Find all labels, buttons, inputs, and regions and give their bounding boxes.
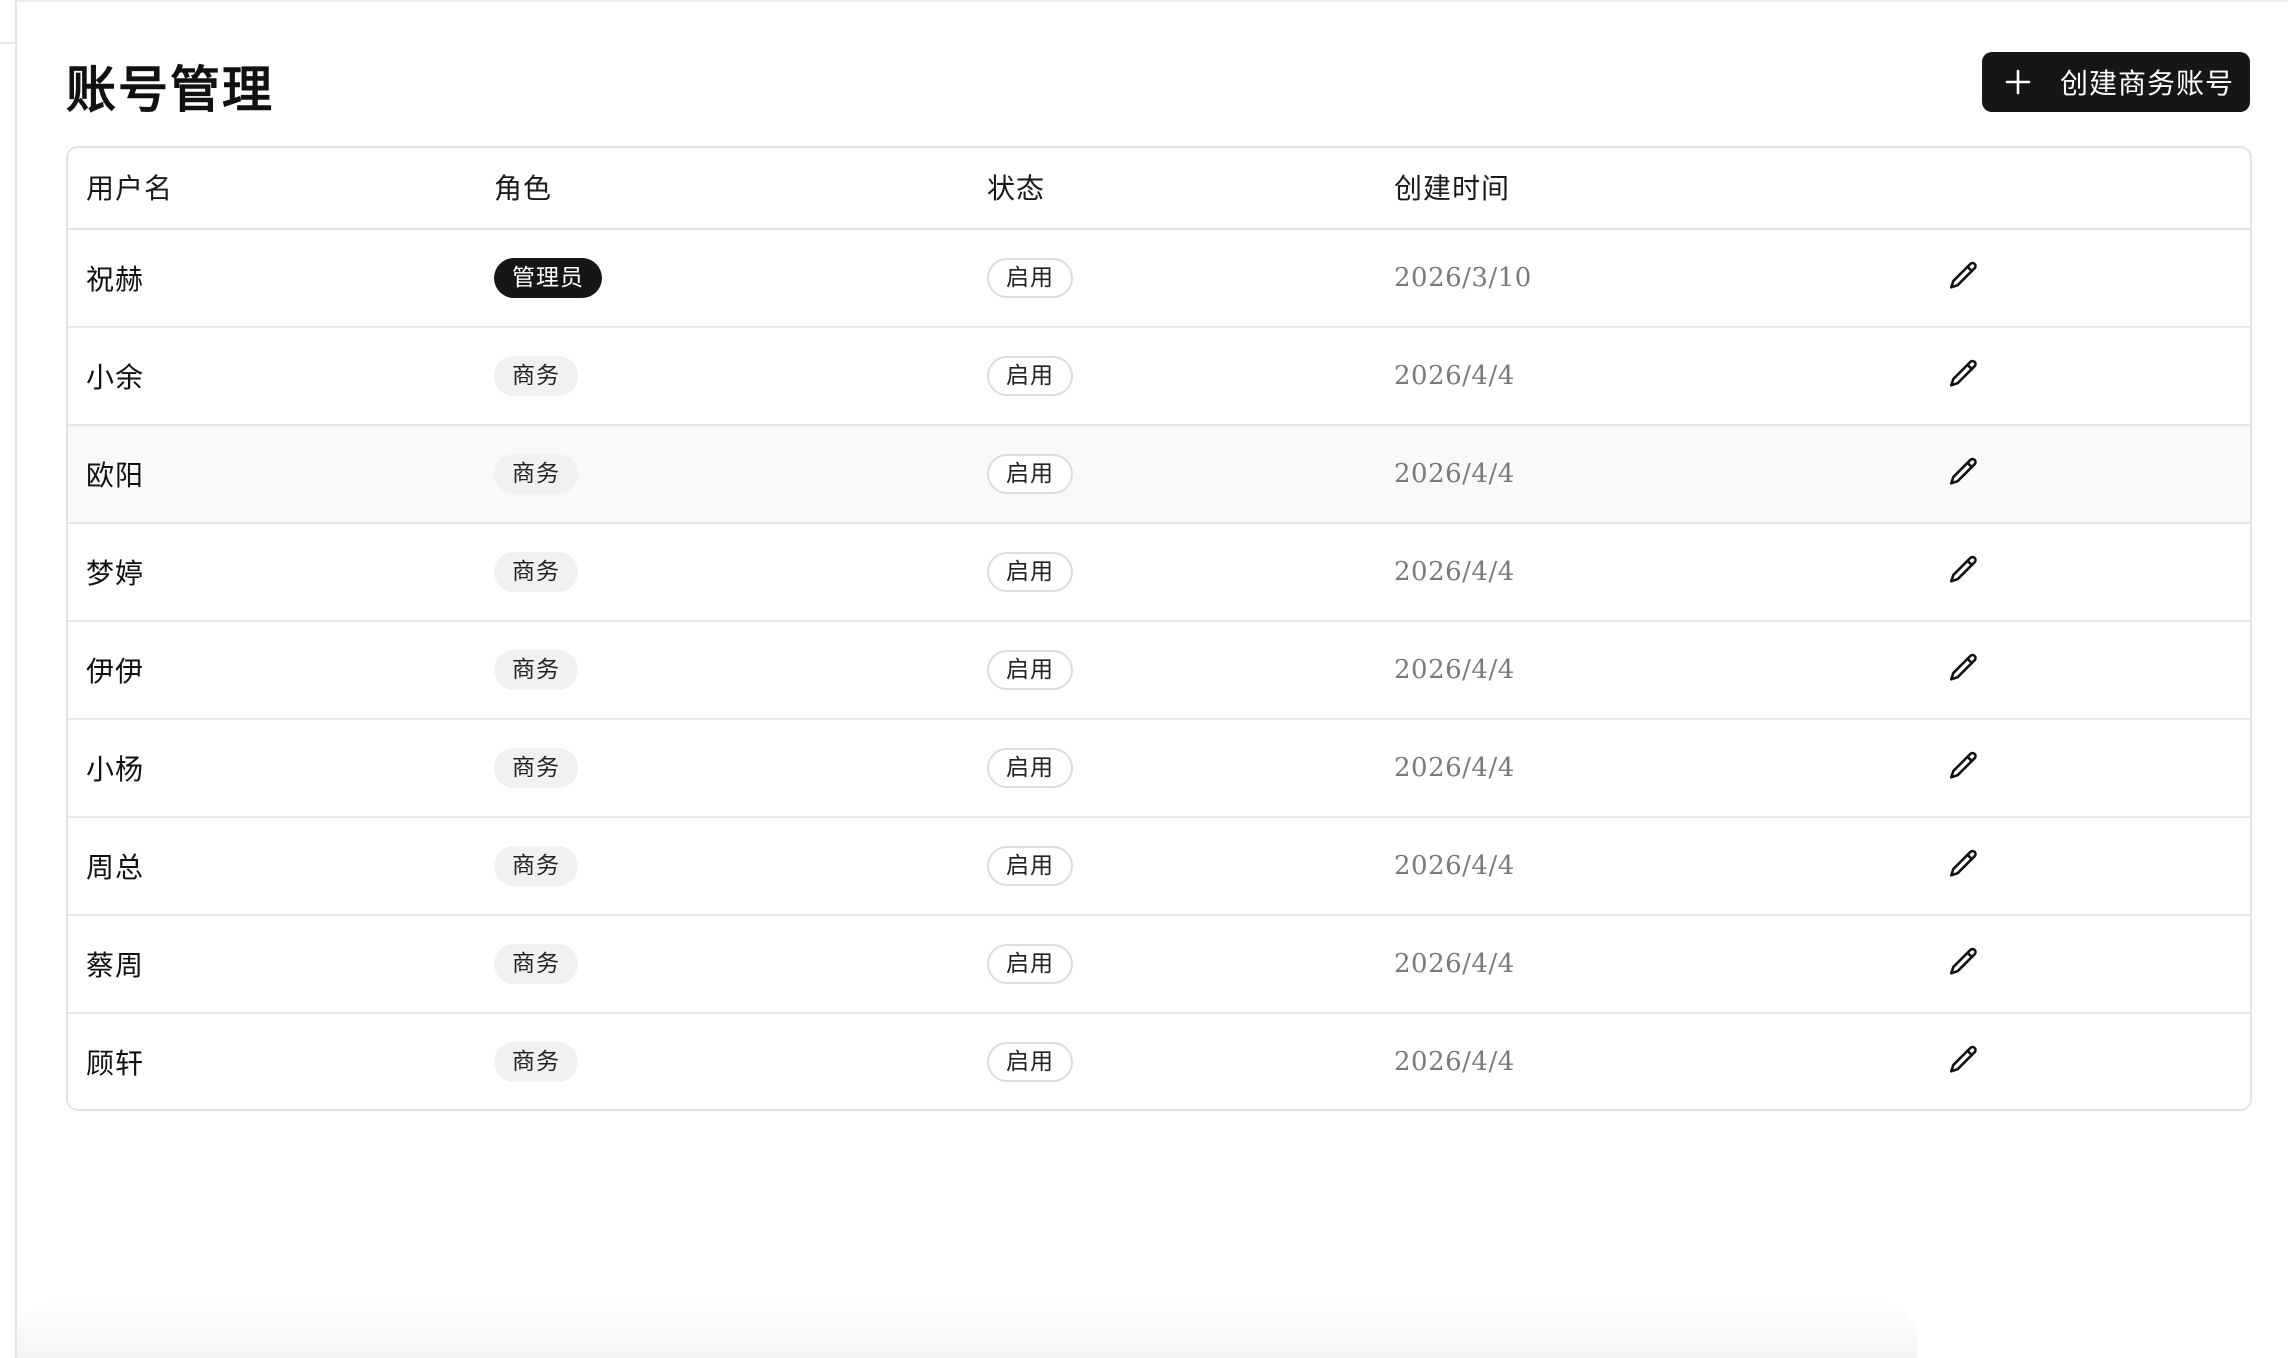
status-badge: 启用 <box>987 1042 1073 1082</box>
table-row[interactable]: 蔡周 商务 启用 2026/4/4 <box>68 916 2250 1014</box>
username-cell: 小余 <box>86 361 145 394</box>
status-badge: 启用 <box>987 650 1073 690</box>
table-row[interactable]: 小余 商务 启用 2026/4/4 <box>68 328 2250 426</box>
table-row[interactable]: 顾轩 商务 启用 2026/4/4 <box>68 1014 2250 1109</box>
created-at-cell: 2026/4/4 <box>1394 361 1515 391</box>
edit-button[interactable] <box>1944 230 1984 326</box>
role-badge: 商务 <box>494 552 578 592</box>
status-cell: 启用 <box>987 818 1073 914</box>
top-divider <box>17 0 2288 2</box>
edit-button[interactable] <box>1944 720 1984 816</box>
edit-button[interactable] <box>1944 328 1984 424</box>
pencil-icon <box>1947 455 1981 493</box>
edit-button[interactable] <box>1944 426 1984 522</box>
table-row[interactable]: 欧阳 商务 启用 2026/4/4 <box>68 426 2250 524</box>
role-cell: 商务 <box>494 1014 578 1109</box>
left-sidebar-edge <box>0 0 17 1358</box>
username-cell: 顾轩 <box>86 1047 145 1080</box>
role-cell: 商务 <box>494 916 578 1012</box>
edit-button[interactable] <box>1944 818 1984 914</box>
column-header-created-at: 创建时间 <box>1394 172 1511 205</box>
role-cell: 商务 <box>494 426 578 522</box>
username-cell: 小杨 <box>86 753 145 786</box>
username-cell: 欧阳 <box>86 459 145 492</box>
app-frame: 账号管理 创建商务账号 用户名 角色 状态 创建时间 祝赫 管理员 启用 2026/3… <box>0 0 2288 1358</box>
scroll-shadow <box>17 1300 1917 1358</box>
username-cell: 梦婷 <box>86 557 145 590</box>
role-badge: 商务 <box>494 356 578 396</box>
table-row[interactable]: 梦婷 商务 启用 2026/4/4 <box>68 524 2250 622</box>
pencil-icon <box>1947 945 1981 983</box>
role-badge: 商务 <box>494 650 578 690</box>
status-cell: 启用 <box>987 524 1073 620</box>
status-cell: 启用 <box>987 720 1073 816</box>
role-badge: 商务 <box>494 748 578 788</box>
role-badge: 商务 <box>494 846 578 886</box>
status-cell: 启用 <box>987 426 1073 522</box>
role-cell: 商务 <box>494 622 578 718</box>
pencil-icon <box>1947 357 1981 395</box>
status-cell: 启用 <box>987 916 1073 1012</box>
accounts-table: 用户名 角色 状态 创建时间 祝赫 管理员 启用 2026/3/10 小余 商务 启用 202… <box>66 146 2252 1111</box>
status-badge: 启用 <box>987 258 1073 298</box>
column-header-role: 角色 <box>494 172 553 205</box>
pencil-icon <box>1947 553 1981 591</box>
column-header-status: 状态 <box>987 172 1046 205</box>
pencil-icon <box>1947 1043 1981 1081</box>
plus-icon <box>2004 68 2032 96</box>
column-header-username: 用户名 <box>86 172 174 205</box>
role-cell: 商务 <box>494 818 578 914</box>
username-cell: 周总 <box>86 851 145 884</box>
status-badge: 启用 <box>987 846 1073 886</box>
edit-button[interactable] <box>1944 524 1984 620</box>
status-cell: 启用 <box>987 230 1073 326</box>
status-badge: 启用 <box>987 748 1073 788</box>
role-cell: 商务 <box>494 524 578 620</box>
username-cell: 祝赫 <box>86 263 145 296</box>
role-cell: 管理员 <box>494 230 602 326</box>
role-badge: 管理员 <box>494 258 602 298</box>
created-at-cell: 2026/4/4 <box>1394 557 1515 587</box>
status-badge: 启用 <box>987 944 1073 984</box>
pencil-icon <box>1947 651 1981 689</box>
status-cell: 启用 <box>987 622 1073 718</box>
username-cell: 伊伊 <box>86 655 145 688</box>
created-at-cell: 2026/3/10 <box>1394 263 1532 293</box>
status-badge: 启用 <box>987 454 1073 494</box>
role-cell: 商务 <box>494 720 578 816</box>
table-row[interactable]: 周总 商务 启用 2026/4/4 <box>68 818 2250 916</box>
create-business-account-button[interactable]: 创建商务账号 <box>1982 52 2250 112</box>
pencil-icon <box>1947 847 1981 885</box>
pencil-icon <box>1947 749 1981 787</box>
table-row[interactable]: 祝赫 管理员 启用 2026/3/10 <box>68 230 2250 328</box>
created-at-cell: 2026/4/4 <box>1394 851 1515 881</box>
created-at-cell: 2026/4/4 <box>1394 949 1515 979</box>
page-title: 账号管理 <box>66 60 274 119</box>
status-cell: 启用 <box>987 328 1073 424</box>
pencil-icon <box>1947 259 1981 297</box>
role-badge: 商务 <box>494 944 578 984</box>
role-badge: 商务 <box>494 1042 578 1082</box>
status-badge: 启用 <box>987 552 1073 592</box>
create-button-label: 创建商务账号 <box>2060 67 2235 100</box>
role-cell: 商务 <box>494 328 578 424</box>
created-at-cell: 2026/4/4 <box>1394 1047 1515 1077</box>
created-at-cell: 2026/4/4 <box>1394 459 1515 489</box>
username-cell: 蔡周 <box>86 949 145 982</box>
status-cell: 启用 <box>987 1014 1073 1109</box>
table-header: 用户名 角色 状态 创建时间 <box>68 148 2250 230</box>
role-badge: 商务 <box>494 454 578 494</box>
status-badge: 启用 <box>987 356 1073 396</box>
created-at-cell: 2026/4/4 <box>1394 753 1515 783</box>
table-row[interactable]: 伊伊 商务 启用 2026/4/4 <box>68 622 2250 720</box>
edit-button[interactable] <box>1944 1014 1984 1109</box>
edit-button[interactable] <box>1944 622 1984 718</box>
created-at-cell: 2026/4/4 <box>1394 655 1515 685</box>
table-row[interactable]: 小杨 商务 启用 2026/4/4 <box>68 720 2250 818</box>
edit-button[interactable] <box>1944 916 1984 1012</box>
sidebar-divider <box>0 42 17 44</box>
